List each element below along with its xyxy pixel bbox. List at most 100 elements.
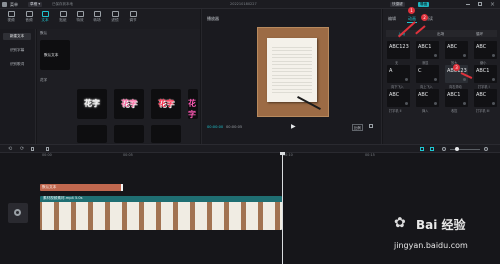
export-button[interactable]: 导出 bbox=[418, 2, 430, 7]
timeline-tracks: 默认文本 素材视频素材.mp4 5.0s ✿ Bai 经验 jingyan.ba… bbox=[0, 152, 500, 264]
time-total: 00:00:05 bbox=[226, 125, 243, 129]
playhead[interactable] bbox=[282, 152, 283, 264]
baidu-paw-icon: ✿ bbox=[394, 215, 406, 231]
app-logo-icon bbox=[2, 2, 7, 7]
minimize-icon[interactable] bbox=[466, 4, 470, 5]
animation-tile[interactable]: ABC bbox=[387, 89, 410, 107]
video-clip-name: 素材视频素材.mp4 bbox=[43, 196, 74, 200]
zoom-out-icon[interactable] bbox=[442, 147, 446, 151]
split-icon[interactable]: ⟲ bbox=[8, 146, 12, 152]
play-icon[interactable]: ▶ bbox=[291, 123, 296, 130]
notepad-lines bbox=[272, 44, 312, 96]
title-bar: 菜单 草稿 ▾ 已保存到本地 202210180227 快捷键 导出 × bbox=[0, 0, 500, 9]
draft-dropdown[interactable]: 草稿 ▾ bbox=[28, 2, 43, 7]
ratio-button[interactable]: 比例 bbox=[352, 124, 363, 131]
tool-transition[interactable]: 转场 bbox=[89, 10, 105, 26]
fullscreen-icon[interactable] bbox=[369, 124, 373, 128]
preview-canvas[interactable] bbox=[257, 27, 329, 117]
media-toolbar: 视频 音频 文本 贴纸 特效 转场 滤镜 调节 bbox=[0, 9, 200, 29]
flower-text-tile[interactable] bbox=[114, 125, 144, 143]
flower-text-tile[interactable]: 花字 bbox=[114, 89, 144, 119]
tool-filter[interactable]: 滤镜 bbox=[107, 10, 123, 26]
section-flower-heading: 花字 bbox=[40, 78, 48, 82]
video-thumbnails bbox=[40, 202, 282, 230]
subtab-loop[interactable]: 循环 bbox=[476, 32, 483, 37]
tile-label: 弹入 bbox=[422, 109, 429, 113]
tile-label: 打字机 III bbox=[476, 109, 490, 113]
menu-button[interactable]: 菜单 bbox=[10, 2, 18, 8]
adjust-icon bbox=[129, 11, 137, 17]
tool-audio[interactable]: 音频 bbox=[21, 10, 37, 26]
player-title: 播放器 bbox=[207, 16, 219, 21]
text-icon bbox=[41, 11, 49, 17]
default-text-tile[interactable]: 默认文本 bbox=[40, 40, 70, 70]
nav-recognize-lyrics[interactable]: 识别歌词 bbox=[3, 61, 31, 68]
download-icon bbox=[463, 102, 466, 105]
link-icon[interactable] bbox=[430, 147, 434, 151]
ruler-tick: 00:15 bbox=[365, 153, 375, 157]
tool-effects[interactable]: 特效 bbox=[72, 10, 88, 26]
time-current: 00:00:00 bbox=[207, 125, 224, 129]
text-category-nav: 新建文本 识别字幕 识别歌词 bbox=[0, 29, 36, 144]
flower-text-tile[interactable]: 花字 bbox=[77, 89, 107, 119]
download-icon bbox=[434, 78, 437, 81]
flower-text-tile[interactable]: 花字 bbox=[188, 89, 198, 119]
animation-tile[interactable]: A bbox=[387, 65, 410, 83]
tool-text[interactable]: 文本 bbox=[37, 10, 53, 26]
step-badge-1: 1 bbox=[408, 7, 415, 14]
playhead-handle[interactable] bbox=[280, 152, 285, 155]
zoom-in-icon[interactable] bbox=[484, 147, 488, 151]
video-clip[interactable]: 素材视频素材.mp4 5.0s bbox=[40, 196, 282, 230]
animation-tile[interactable]: ABC1 bbox=[445, 89, 468, 107]
cursor-icon[interactable] bbox=[31, 147, 34, 151]
project-name: 202210180227 bbox=[230, 2, 257, 6]
download-icon bbox=[463, 78, 466, 81]
redo-icon[interactable]: ⟳ bbox=[20, 146, 24, 152]
flower-text-tile[interactable]: 花字 bbox=[151, 89, 181, 119]
tile-label: 收拢 bbox=[451, 109, 458, 113]
autosave-status: 已保存到本地 bbox=[52, 2, 73, 6]
ruler-tick: 00:00 bbox=[42, 153, 52, 157]
download-icon bbox=[405, 78, 408, 81]
filter-icon bbox=[111, 11, 119, 17]
text-clip[interactable]: 默认文本 bbox=[40, 184, 123, 191]
animation-tile[interactable]: ABC1 bbox=[416, 41, 439, 59]
section-default-heading: 默认 bbox=[40, 31, 48, 35]
nav-new-text[interactable]: 新建文本 bbox=[3, 33, 31, 40]
video-track-settings[interactable] bbox=[8, 203, 28, 223]
clip-trim-handle[interactable] bbox=[121, 184, 123, 191]
shortcut-button[interactable]: 快捷键 bbox=[390, 2, 405, 7]
download-icon bbox=[492, 54, 495, 57]
zoom-slider-thumb[interactable] bbox=[455, 147, 459, 151]
text-assets-panel: 默认 默认文本 花字 花字 花字 花字 花字 bbox=[37, 29, 200, 144]
watermark-title: Bai 经验 bbox=[416, 218, 466, 232]
flower-text-tile[interactable] bbox=[77, 125, 107, 143]
effects-icon bbox=[76, 11, 84, 17]
animation-tile[interactable]: ABC123 bbox=[387, 41, 410, 59]
animation-tile[interactable]: ABC1 bbox=[474, 65, 497, 83]
animation-tile[interactable]: C bbox=[416, 65, 439, 83]
animation-tile[interactable]: ABC bbox=[416, 89, 439, 107]
properties-panel: 编辑 动画 朗读 入场 出场 循环 ABC123 ABC1 ABC ABC 无 … bbox=[383, 7, 500, 144]
tab-edit[interactable]: 编辑 bbox=[388, 16, 396, 22]
tile-label: 打字机 II bbox=[389, 109, 402, 113]
maximize-icon[interactable] bbox=[478, 2, 482, 6]
download-icon bbox=[463, 54, 466, 57]
download-icon bbox=[405, 102, 408, 105]
tool-sticker[interactable]: 贴纸 bbox=[55, 10, 71, 26]
tool-video[interactable]: 视频 bbox=[3, 10, 19, 26]
subtab-exit[interactable]: 出场 bbox=[437, 32, 444, 37]
flower-text-tile[interactable] bbox=[151, 125, 181, 143]
animation-tile[interactable]: ABC bbox=[445, 41, 468, 59]
delete-icon[interactable] bbox=[46, 147, 49, 151]
snap-icon[interactable] bbox=[420, 147, 424, 151]
timeline-ruler[interactable]: 00:00 00:05 00:10 00:15 bbox=[38, 153, 500, 161]
player-panel: 播放器 00:00:00 00:00:05 ▶ 比例 bbox=[201, 9, 382, 144]
close-icon[interactable]: × bbox=[490, 1, 495, 8]
watermark-url: jingyan.baidu.com bbox=[394, 241, 468, 250]
tool-adjust[interactable]: 调节 bbox=[125, 10, 141, 26]
animation-tile[interactable]: ABC bbox=[474, 89, 497, 107]
watermark: ✿ Bai 经验 jingyan.baidu.com bbox=[388, 209, 498, 261]
nav-recognize-subtitles[interactable]: 识别字幕 bbox=[3, 47, 31, 54]
animation-tile[interactable]: ABC bbox=[474, 41, 497, 59]
